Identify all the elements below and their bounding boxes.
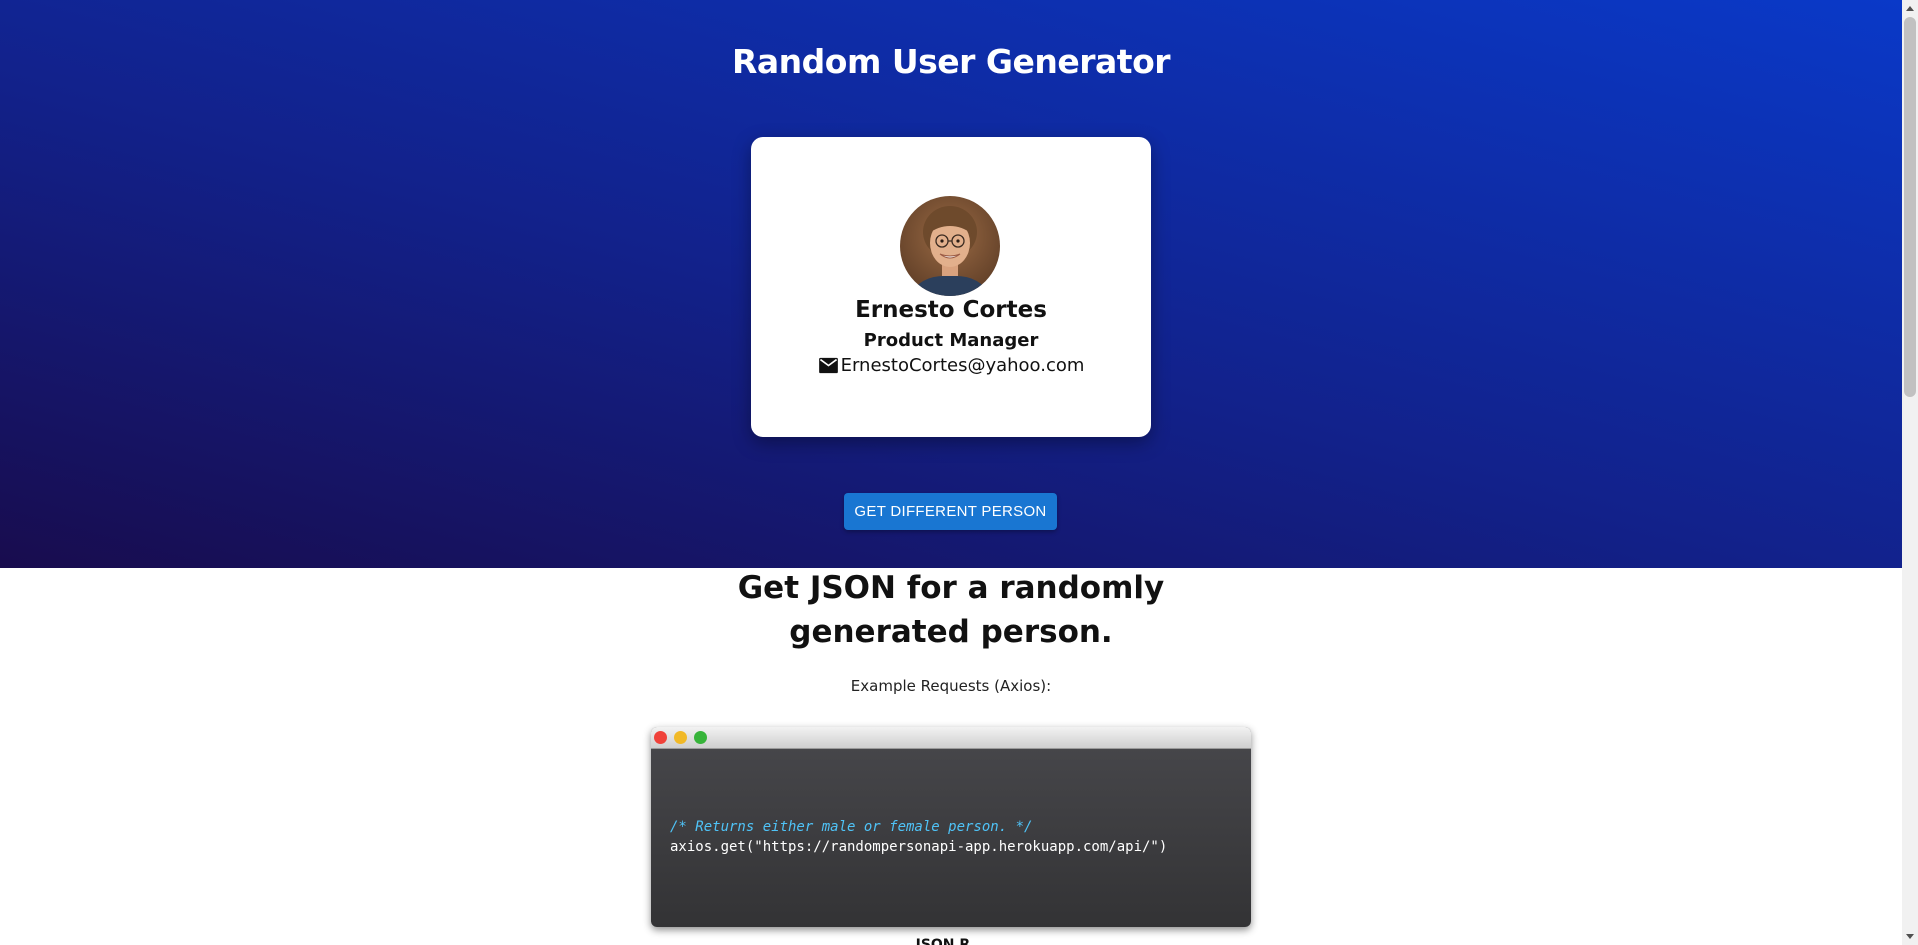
avatar bbox=[900, 196, 1000, 296]
mail-icon bbox=[818, 357, 838, 374]
chevron-up-icon[interactable] bbox=[1902, 0, 1918, 16]
code-terminal: /* Returns either male or female person.… bbox=[651, 727, 1251, 927]
docs-heading: Get JSON for a randomly generated person… bbox=[737, 570, 1165, 650]
profile-card: Ernesto Cortes Product Manager ErnestoCo… bbox=[751, 137, 1151, 437]
code-line: axios.get("https://randompersonapi-app.h… bbox=[670, 839, 1168, 855]
person-email-row: ErnestoCortes@yahoo.com bbox=[751, 355, 1151, 376]
maximize-dot-icon bbox=[694, 731, 707, 744]
chevron-down-icon[interactable] bbox=[1902, 929, 1918, 945]
close-dot-icon bbox=[654, 731, 667, 744]
scrollbar-thumb[interactable] bbox=[1904, 17, 1916, 397]
page: Random User Generator Ernesto Cortes Pro… bbox=[0, 0, 1902, 945]
page-scrollbar[interactable] bbox=[1902, 0, 1918, 945]
code-comment: /* Returns either male or female person.… bbox=[670, 819, 1033, 835]
example-requests-label: Example Requests (Axios): bbox=[850, 677, 1052, 695]
json-response-heading: JSON R... bbox=[915, 937, 987, 945]
get-different-person-button[interactable]: GET DIFFERENT PERSON bbox=[844, 493, 1057, 530]
avatar-photo-image bbox=[900, 196, 1000, 296]
hero-banner: Random User Generator Ernesto Cortes Pro… bbox=[0, 0, 1902, 568]
page-title: Random User Generator bbox=[731, 42, 1171, 81]
person-name: Ernesto Cortes bbox=[855, 297, 1047, 323]
minimize-dot-icon bbox=[674, 731, 687, 744]
terminal-title-bar bbox=[651, 727, 1251, 749]
person-job-title: Product Manager bbox=[863, 330, 1039, 351]
person-email: ErnestoCortes@yahoo.com bbox=[840, 355, 1085, 376]
